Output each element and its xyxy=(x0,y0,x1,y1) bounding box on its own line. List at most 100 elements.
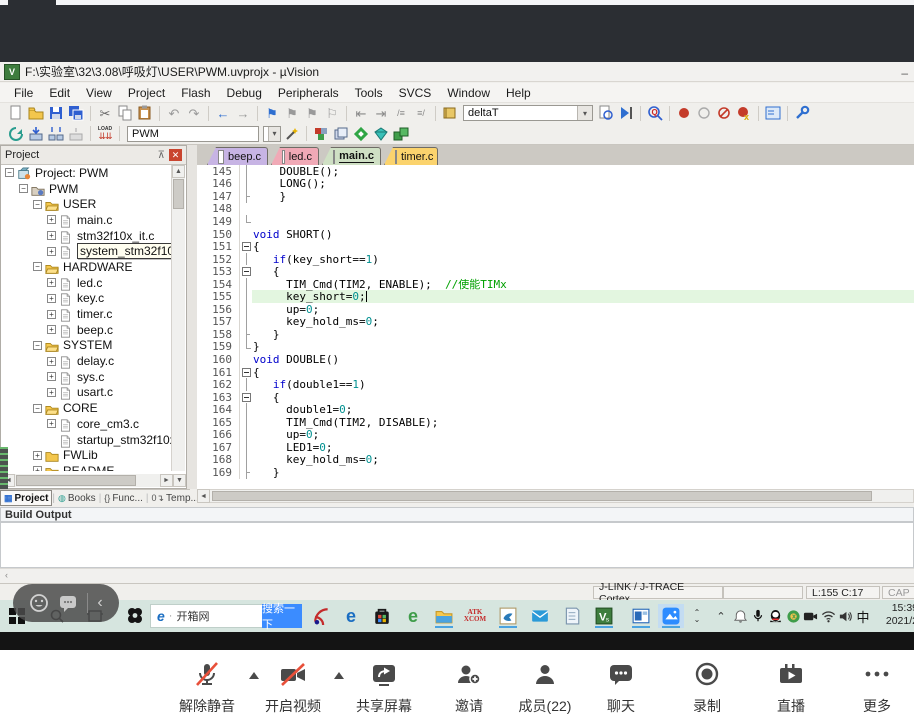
chevron-up-icon[interactable]: ⌃ xyxy=(712,604,730,628)
fold-margin[interactable] xyxy=(239,290,253,303)
run-to-line-icon[interactable] xyxy=(617,105,635,122)
tree-item-sys-c[interactable]: +sys.c xyxy=(2,369,174,385)
workspace-tab-books[interactable]: ◍Books xyxy=(55,491,99,505)
record-icon[interactable] xyxy=(662,658,752,692)
chevrons-updown-icon[interactable]: ⌃⌄ xyxy=(688,604,706,628)
expand-plus-icon[interactable]: + xyxy=(33,466,42,471)
editor-tab-beep-c[interactable]: beep.c xyxy=(207,147,268,165)
fold-margin[interactable] xyxy=(239,454,253,467)
redo-icon[interactable]: ↷ xyxy=(185,105,203,122)
fold-margin[interactable] xyxy=(239,378,253,391)
chevron-down-icon[interactable]: ▾ xyxy=(577,106,592,120)
build-output-header[interactable]: Build Output xyxy=(0,507,914,522)
load-icon[interactable]: LOAD⇊⇊ xyxy=(96,125,114,142)
menu-project[interactable]: Project xyxy=(120,84,173,102)
code-line-167[interactable]: 167 LED1=0; xyxy=(197,441,914,454)
code-line-148[interactable]: 148 xyxy=(197,203,914,216)
fold-margin[interactable] xyxy=(239,428,253,441)
code-line-146[interactable]: 146 LONG(); xyxy=(197,178,914,191)
workspace-tab-func[interactable]: {}Func... xyxy=(101,491,146,505)
editor-tab-timer-c[interactable]: timer.c xyxy=(384,147,438,165)
undo-icon[interactable]: ↶ xyxy=(165,105,183,122)
smiley-icon[interactable] xyxy=(29,593,49,613)
fold-margin[interactable] xyxy=(239,441,253,454)
collapse-minus-icon[interactable]: − xyxy=(33,341,42,350)
meeting-live[interactable]: 直播 xyxy=(746,658,836,716)
code-editor[interactable]: 145 DOUBLE();146 LONG();147 }148149150vo… xyxy=(197,165,914,489)
fold-collapse-icon[interactable] xyxy=(242,368,251,377)
camera-icon[interactable] xyxy=(801,604,819,628)
comment-icon[interactable]: /≡ xyxy=(392,105,410,122)
pin-icon[interactable]: ⊼ xyxy=(158,150,165,161)
taskbar-search-button[interactable]: 搜索一下 xyxy=(262,604,302,628)
expand-plus-icon[interactable]: + xyxy=(47,372,56,381)
collapse-minus-icon[interactable]: − xyxy=(33,200,42,209)
code-line-152[interactable]: 152 if(key_short==1) xyxy=(197,253,914,266)
tree-item-project-pwm[interactable]: −Project: PWM xyxy=(2,165,174,181)
flower-app-icon[interactable] xyxy=(122,604,148,628)
target-dropdown-icon[interactable]: ▾ xyxy=(263,125,281,142)
tree-item-readme[interactable]: +README xyxy=(2,463,174,471)
fold-margin[interactable] xyxy=(239,303,253,316)
expand-plus-icon[interactable]: + xyxy=(47,294,56,303)
breakpoint-enable-icon[interactable] xyxy=(695,105,713,122)
volume-icon[interactable] xyxy=(836,604,854,628)
cut-icon[interactable]: ✂ xyxy=(96,105,114,122)
options-target-icon[interactable] xyxy=(312,125,330,142)
expand-plus-icon[interactable]: + xyxy=(33,451,42,460)
tree-item-stm32f10x-it-c[interactable]: +stm32f10x_it.c xyxy=(2,228,174,244)
expand-plus-icon[interactable]: + xyxy=(47,325,56,334)
expand-plus-icon[interactable]: + xyxy=(47,247,56,256)
tree-item-delay-c[interactable]: +delay.c xyxy=(2,353,174,369)
translate-icon[interactable] xyxy=(7,125,25,142)
minimize-button[interactable]: – xyxy=(901,66,908,80)
menu-debug[interactable]: Debug xyxy=(219,84,270,102)
fold-margin[interactable] xyxy=(239,253,253,266)
camera-muted-icon[interactable] xyxy=(248,658,338,692)
collapse-minus-icon[interactable]: − xyxy=(5,168,14,177)
collapse-minus-icon[interactable]: − xyxy=(19,184,28,193)
bird-icon[interactable] xyxy=(495,604,521,628)
code-line-169[interactable]: 169 } xyxy=(197,466,914,479)
window-select-icon[interactable] xyxy=(764,105,782,122)
menu-help[interactable]: Help xyxy=(498,84,539,102)
fold-collapse-icon[interactable] xyxy=(242,267,251,276)
fold-margin[interactable] xyxy=(239,416,253,429)
edge-icon[interactable]: e xyxy=(338,604,364,628)
code-line-158[interactable]: 158 } xyxy=(197,328,914,341)
code-line-160[interactable]: 160void DOUBLE() xyxy=(197,353,914,366)
boxes-icon[interactable] xyxy=(392,125,410,142)
paste-icon[interactable] xyxy=(136,105,154,122)
tree-item-system[interactable]: −SYSTEM xyxy=(2,338,174,354)
tree-item-usart-c[interactable]: +usart.c xyxy=(2,385,174,401)
expand-plus-icon[interactable]: + xyxy=(47,278,56,287)
fold-margin[interactable] xyxy=(239,203,253,216)
editor-tab-led-c[interactable]: led.c xyxy=(271,147,319,165)
code-line-165[interactable]: 165 TIM_Cmd(TIM2, DISABLE); xyxy=(197,416,914,429)
more-icon[interactable] xyxy=(832,658,914,692)
workspace-tab-project[interactable]: ▦Project xyxy=(0,490,52,506)
code-line-147[interactable]: 147 } xyxy=(197,190,914,203)
chat-bubble-icon[interactable] xyxy=(58,593,78,613)
mail-icon[interactable] xyxy=(527,604,553,628)
wrench-icon[interactable] xyxy=(793,105,811,122)
share-screen-icon[interactable] xyxy=(339,658,429,692)
tray-clock[interactable]: 15:39 2021/2 xyxy=(866,602,914,628)
bell-icon[interactable] xyxy=(731,604,749,628)
tree-hscrollbar[interactable]: ◄ ► ▼ xyxy=(2,474,186,487)
code-line-157[interactable]: 157 key_hold_ms=0; xyxy=(197,316,914,329)
fold-margin[interactable] xyxy=(239,278,253,291)
tree-item-core-cm3-c[interactable]: +core_cm3.c xyxy=(2,416,174,432)
tree-item-hardware[interactable]: −HARDWARE xyxy=(2,259,174,275)
meeting-chat[interactable]: 聊天 xyxy=(576,658,666,716)
code-line-162[interactable]: 162 if(double1==1) xyxy=(197,378,914,391)
code-line-166[interactable]: 166 up=0; xyxy=(197,428,914,441)
batch-build-icon[interactable] xyxy=(67,125,85,142)
store-icon[interactable] xyxy=(369,604,395,628)
code-line-161[interactable]: 161{ xyxy=(197,366,914,379)
save-icon[interactable] xyxy=(47,105,65,122)
find-in-files-icon[interactable] xyxy=(597,105,615,122)
tree-vscrollbar[interactable]: ▲ xyxy=(171,165,185,471)
pack-installer-icon[interactable] xyxy=(372,125,390,142)
collapse-minus-icon[interactable]: − xyxy=(33,262,42,271)
